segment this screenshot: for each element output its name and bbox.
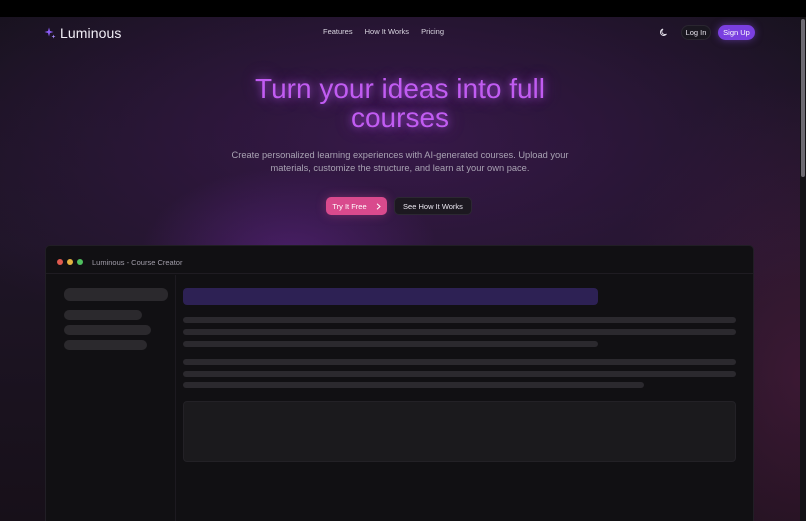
- chevron-right-icon: [376, 202, 381, 210]
- sidebar-placeholder-item: [64, 340, 147, 350]
- login-button[interactable]: Log In: [681, 25, 711, 40]
- content-placeholder-line: [183, 382, 644, 388]
- brand-logo[interactable]: Luminous: [44, 25, 122, 41]
- content-placeholder-line: [183, 317, 736, 323]
- hero-title: Turn your ideas into full courses: [200, 74, 600, 132]
- minimize-dot: [67, 259, 73, 265]
- content-placeholder-heading: [183, 288, 598, 305]
- course-creator-preview: Luminous - Course Creator: [45, 245, 754, 521]
- try-it-free-button[interactable]: Try It Free: [326, 197, 387, 215]
- see-how-it-works-button[interactable]: See How It Works: [394, 197, 472, 215]
- page-scrollbar[interactable]: [800, 17, 806, 521]
- content-placeholder-line: [183, 341, 598, 347]
- content-placeholder-line: [183, 359, 736, 365]
- top-nav: Luminous Features How It Works Pricing L…: [0, 17, 800, 48]
- theme-toggle-button[interactable]: [656, 24, 672, 40]
- hero-title-line1: Turn your ideas into full: [255, 73, 545, 104]
- sidebar-placeholder-item: [64, 310, 142, 320]
- browser-top-bar: [0, 0, 806, 17]
- scrollbar-thumb[interactable]: [801, 19, 805, 177]
- preview-sidebar: [46, 275, 176, 521]
- content-placeholder-card: [183, 401, 736, 462]
- close-dot: [57, 259, 63, 265]
- landing-page: Luminous Features How It Works Pricing L…: [0, 17, 800, 521]
- signup-button[interactable]: Sign Up: [718, 25, 755, 40]
- brand-name: Luminous: [60, 25, 122, 41]
- sidebar-placeholder-item: [64, 325, 151, 335]
- preview-content: [177, 275, 753, 521]
- hero-subtitle: Create personalized learning experiences…: [210, 149, 590, 175]
- sidebar-placeholder-header: [64, 288, 168, 301]
- moon-icon: [659, 28, 667, 36]
- nav-link-how-it-works[interactable]: How It Works: [365, 27, 409, 36]
- maximize-dot: [77, 259, 83, 265]
- hero-subtitle-line2: materials, customize the structure, and …: [270, 163, 530, 173]
- nav-links: Features How It Works Pricing: [323, 27, 444, 36]
- hero-title-line2: courses: [350, 102, 450, 133]
- sparkle-icon: [44, 27, 56, 39]
- preview-window-title: Luminous - Course Creator: [92, 258, 183, 267]
- content-placeholder-line: [183, 329, 736, 335]
- nav-link-pricing[interactable]: Pricing: [421, 27, 444, 36]
- try-it-free-label: Try It Free: [332, 201, 367, 211]
- hero-subtitle-line1: Create personalized learning experiences…: [231, 150, 569, 160]
- content-placeholder-line: [183, 371, 736, 377]
- nav-link-features[interactable]: Features: [323, 27, 353, 36]
- preview-title-bar: Luminous - Course Creator: [46, 246, 753, 274]
- cta-row: Try It Free See How It Works: [326, 197, 472, 215]
